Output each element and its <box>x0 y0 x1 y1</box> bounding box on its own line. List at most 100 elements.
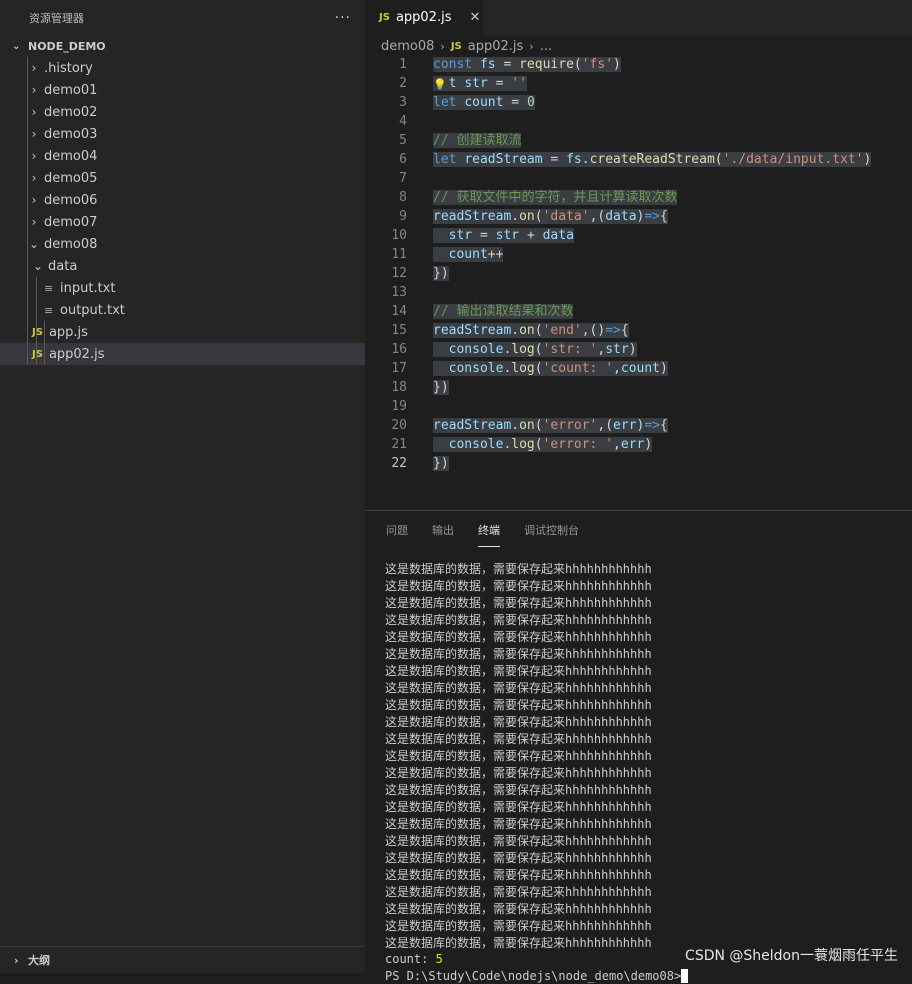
terminal-line: 这是数据库的数据，需要保存起来hhhhhhhhhhhh <box>385 613 652 627</box>
tree-item[interactable]: ⌄ demo08 <box>0 233 365 255</box>
tree-item[interactable]: › demo05 <box>0 167 365 189</box>
more-actions-icon[interactable]: ··· <box>335 10 351 26</box>
tree-item[interactable]: › demo07 <box>0 211 365 233</box>
code-line[interactable]: 19 <box>365 397 912 416</box>
code-line[interactable]: 2 t str = '' 💡 <box>365 74 912 93</box>
chevron-down-icon: ⌄ <box>28 237 40 251</box>
tree-item-label: demo06 <box>44 192 98 208</box>
line-number: 11 <box>391 247 407 262</box>
line-number: 8 <box>399 190 407 205</box>
code-line[interactable]: 17 console.log('count: ',count) <box>365 359 912 378</box>
code-line[interactable]: 16 console.log('str: ',str) <box>365 340 912 359</box>
panel-tab[interactable]: 输出 <box>432 514 454 546</box>
terminal-count-line: count: 5 <box>385 952 443 966</box>
code-line[interactable]: 4 <box>365 112 912 131</box>
line-number: 14 <box>391 304 407 319</box>
terminal-line: 这是数据库的数据，需要保存起来hhhhhhhhhhhh <box>385 681 652 695</box>
code-text: const fs = require('fs') <box>433 57 621 72</box>
tree-item[interactable]: JS app.js <box>0 321 365 343</box>
line-number: 15 <box>391 323 407 338</box>
code-line[interactable]: 18}) <box>365 378 912 397</box>
tree-item[interactable]: › .history <box>0 57 365 79</box>
code-line[interactable]: 5 // 创建读取流 <box>365 131 912 150</box>
prompt-text: PS D:\Study\Code\nodejs\node_demo\demo08… <box>385 969 682 983</box>
line-number: 5 <box>399 133 407 148</box>
terminal-line: 这是数据库的数据，需要保存起来hhhhhhhhhhhh <box>385 698 652 712</box>
js-file-icon: JS <box>379 12 390 23</box>
chevron-right-icon: › <box>31 61 37 75</box>
code-line[interactable]: 3 let count = 0 <box>365 93 912 112</box>
text-file-icon: ≡ <box>44 281 54 295</box>
tree-item[interactable]: JS app02.js <box>0 343 365 365</box>
tree-item[interactable]: › demo06 <box>0 189 365 211</box>
code-line[interactable]: 22}) <box>365 454 912 473</box>
tree-item[interactable]: ≡ input.txt <box>0 277 365 299</box>
chevron-right-icon: › <box>31 149 37 163</box>
code-line[interactable]: 20 readStream.on('error',(err)=>{ <box>365 416 912 435</box>
file-tree: › .history › demo01 › demo02 › demo03 › demo04 › de… <box>0 57 365 365</box>
js-file-icon: JS <box>32 326 43 338</box>
code-line[interactable]: 14 // 输出读取结果和次数 <box>365 302 912 321</box>
line-number: 2 <box>399 76 407 91</box>
breadcrumb-file[interactable]: app02.js <box>468 39 524 54</box>
code-line[interactable]: 8 // 获取文件中的字符，并且计算读取次数 <box>365 188 912 207</box>
code-line[interactable]: 9 readStream.on('data',(data)=>{ <box>365 207 912 226</box>
code-line[interactable]: 21 console.log('error: ',err) <box>365 435 912 454</box>
code-line[interactable]: 12}) <box>365 264 912 283</box>
terminal-line: 这是数据库的数据，需要保存起来hhhhhhhhhhhh <box>385 800 652 814</box>
tree-item-label: demo05 <box>44 170 98 186</box>
code-line[interactable]: 1 const fs = require('fs') <box>365 55 912 74</box>
tree-item-label: input.txt <box>60 280 116 296</box>
code-text: }) <box>433 266 449 281</box>
terminal-line: 这是数据库的数据，需要保存起来hhhhhhhhhhhh <box>385 885 652 899</box>
tree-item[interactable]: › demo02 <box>0 101 365 123</box>
terminal-line: 这是数据库的数据，需要保存起来hhhhhhhhhhhh <box>385 596 652 610</box>
tree-item-label: demo07 <box>44 214 98 230</box>
tree-item-label: demo08 <box>44 236 98 252</box>
outline-label: 大纲 <box>28 954 50 967</box>
terminal-line: 这是数据库的数据，需要保存起来hhhhhhhhhhhh <box>385 732 652 746</box>
terminal-line: 这是数据库的数据，需要保存起来hhhhhhhhhhhh <box>385 715 652 729</box>
line-number: 19 <box>391 399 407 414</box>
code-text: readStream.on('data',(data)=>{ <box>433 209 668 224</box>
lightbulb-icon[interactable]: 💡 <box>433 75 447 94</box>
explorer-title: 资源管理器 <box>29 11 84 25</box>
code-line[interactable]: 15 readStream.on('end',()=>{ <box>365 321 912 340</box>
line-number: 21 <box>391 437 407 452</box>
code-line[interactable]: 10 str = str + data <box>365 226 912 245</box>
code-text: str = str + data <box>433 226 574 245</box>
tree-item-label: app02.js <box>48 346 105 362</box>
code-line[interactable]: 13 <box>365 283 912 302</box>
panel-tab[interactable]: 问题 <box>386 514 408 546</box>
breadcrumb-folder[interactable]: demo08 <box>381 39 434 54</box>
code-editor[interactable]: 1 const fs = require('fs') 2 t str = '' 💡 3 l… <box>365 55 912 473</box>
code-line[interactable]: 7 <box>365 169 912 188</box>
panel-tab[interactable]: 调试控制台 <box>524 514 579 546</box>
close-icon[interactable]: ✕ <box>469 10 480 25</box>
chevron-right-icon: › <box>529 39 534 53</box>
tree-item[interactable]: › demo03 <box>0 123 365 145</box>
chevron-right-icon: › <box>31 193 37 207</box>
breadcrumb-rest[interactable]: ... <box>540 39 552 54</box>
tab-app02-js[interactable]: JS app02.js ✕ <box>365 0 483 35</box>
terminal-prompt[interactable]: PS D:\Study\Code\nodejs\node_demo\demo08… <box>385 969 805 984</box>
tree-item[interactable]: ⌄ data <box>0 255 365 277</box>
terminal-output[interactable]: 这是数据库的数据，需要保存起来hhhhhhhhhhhh 这是数据库的数据，需要保存… <box>385 561 652 952</box>
code-text: }) <box>433 456 449 471</box>
panel-tab[interactable]: 终端 <box>478 514 500 547</box>
project-root[interactable]: ⌄ NODE_DEMO <box>0 35 365 57</box>
tree-item[interactable]: › demo01 <box>0 79 365 101</box>
outline-section[interactable]: › 大纲 <box>0 946 365 973</box>
terminal-line: 这是数据库的数据，需要保存起来hhhhhhhhhhhh <box>385 919 652 933</box>
tree-item-label: demo01 <box>44 82 98 98</box>
code-line[interactable]: 6 let readStream = fs.createReadStream('.… <box>365 150 912 169</box>
chevron-right-icon: › <box>440 39 445 53</box>
code-text: count++ <box>433 245 504 264</box>
line-number: 16 <box>391 342 407 357</box>
code-line[interactable]: 11 count++ <box>365 245 912 264</box>
line-number: 6 <box>399 152 407 167</box>
chevron-right-icon: › <box>14 953 19 967</box>
tree-item[interactable]: ≡ output.txt <box>0 299 365 321</box>
tree-item[interactable]: › demo04 <box>0 145 365 167</box>
breadcrumb: demo08 › JS app02.js › ... <box>365 35 912 57</box>
